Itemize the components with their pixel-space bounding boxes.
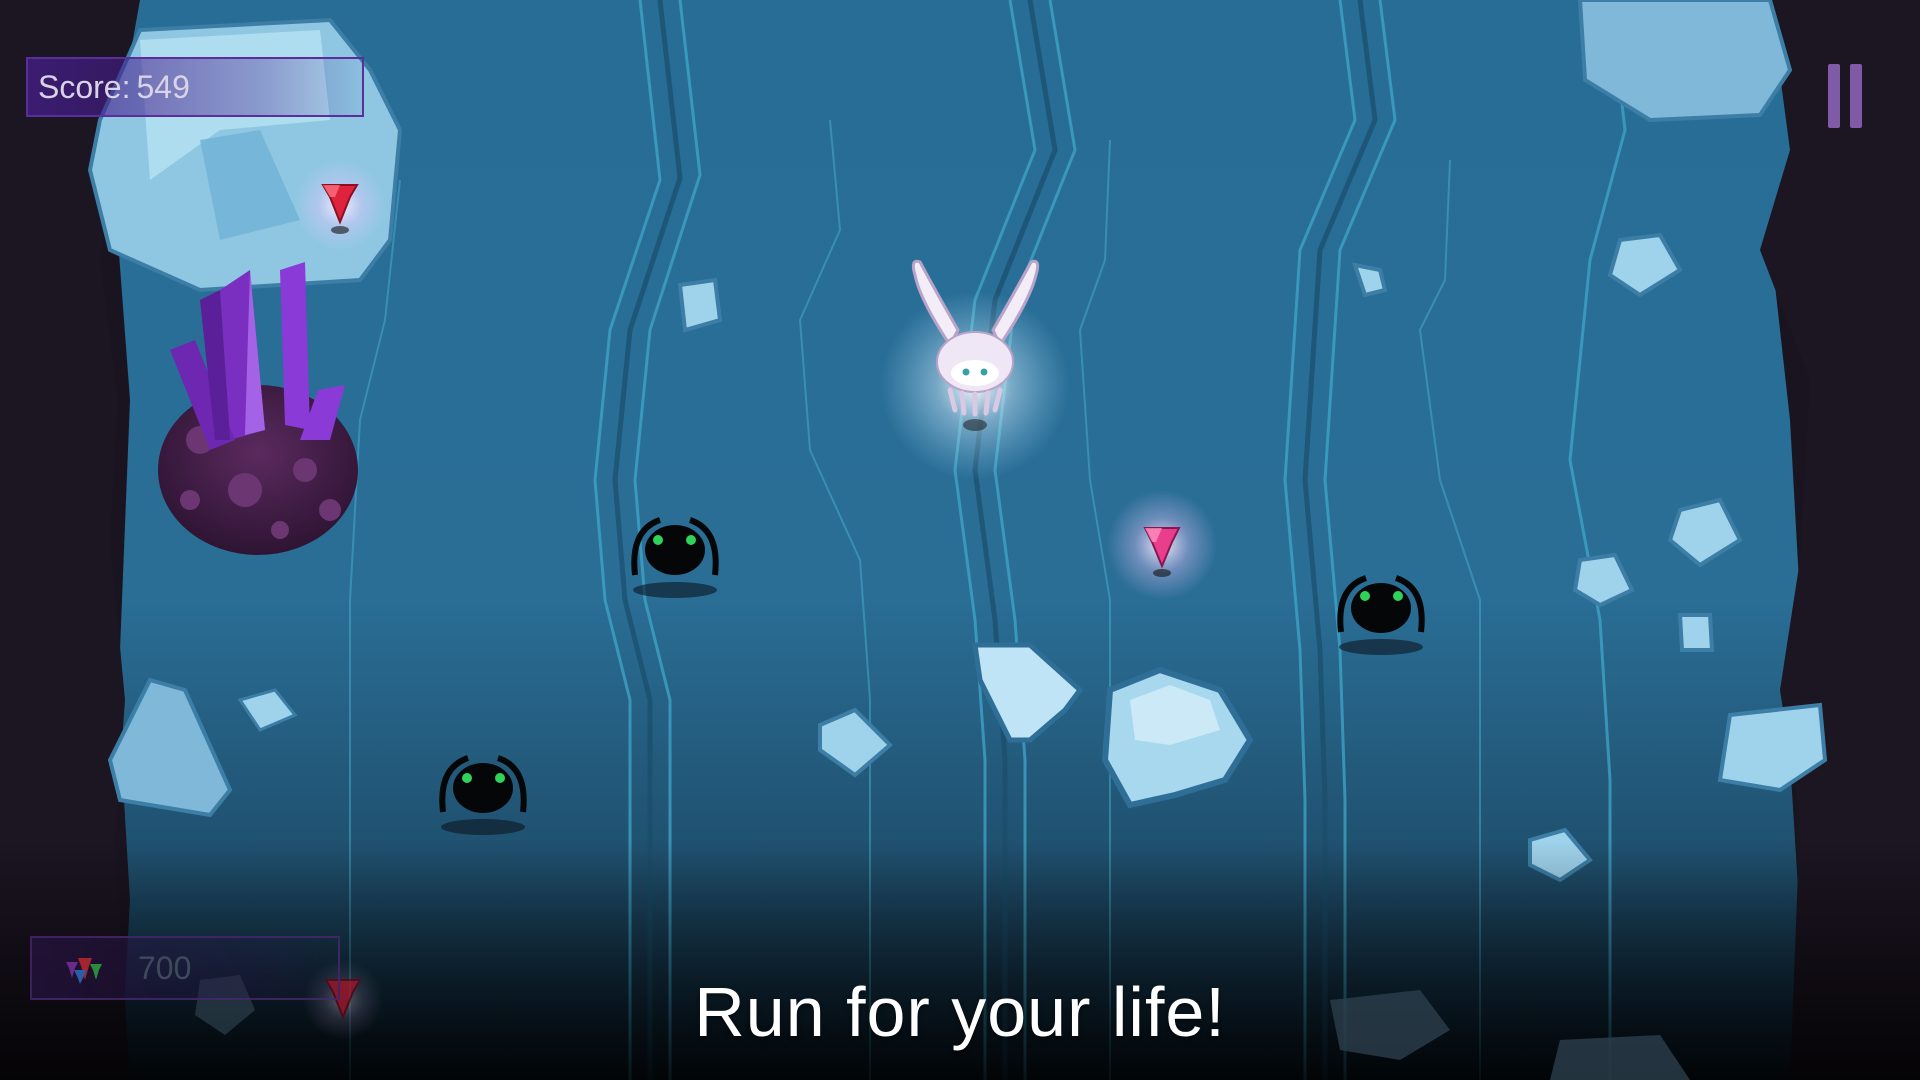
score-display: Score: 549: [26, 57, 364, 117]
pause-button[interactable]: [1826, 64, 1874, 130]
pink-gem: [1107, 490, 1217, 600]
score-value: 549: [136, 68, 190, 105]
pause-icon: [1828, 64, 1840, 128]
red-gem: [295, 160, 385, 250]
game-scene[interactable]: [0, 0, 1920, 1080]
pause-icon: [1850, 64, 1862, 128]
game-message: Run for your life!: [694, 973, 1226, 1051]
score-label: Score:: [38, 68, 131, 105]
game-screen[interactable]: Score: 549 700 Run for your life!: [0, 0, 1920, 1080]
